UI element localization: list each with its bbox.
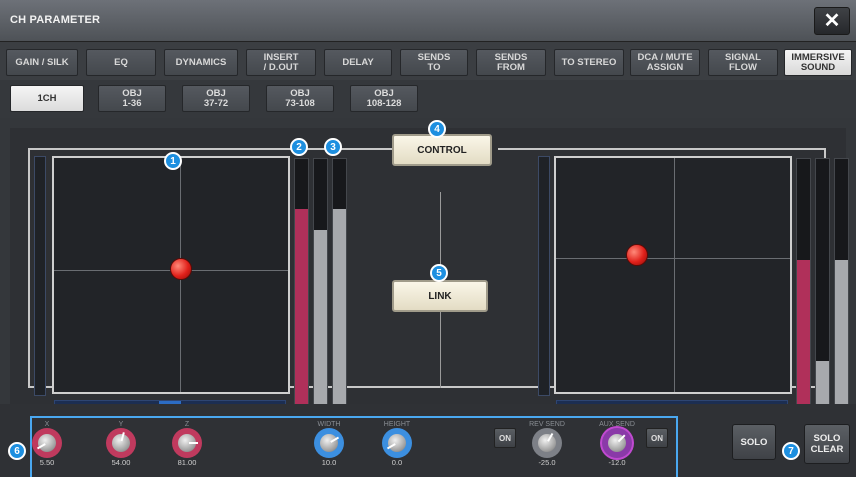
subtab-1ch[interactable]: 1CH xyxy=(10,85,84,112)
left-meter-red-fill xyxy=(295,209,308,411)
callout-7: 7 xyxy=(782,442,800,460)
tab-delay[interactable]: DELAY xyxy=(324,49,392,76)
solo-clear-button[interactable]: SOLO CLEAR xyxy=(804,424,850,464)
callout-3: 3 xyxy=(324,138,342,156)
knob-width[interactable] xyxy=(314,428,344,458)
knob-z-pointer xyxy=(189,442,198,444)
aux-send-on-button[interactable]: ON xyxy=(646,428,668,448)
tab-dca-mute-assign[interactable]: DCA / MUTE ASSIGN xyxy=(630,49,700,76)
close-button[interactable]: ✕ xyxy=(814,7,850,35)
knob-height[interactable] xyxy=(382,428,412,458)
knob-height-value: 0.0 xyxy=(391,458,403,467)
knob-x[interactable] xyxy=(32,428,62,458)
subtab-obj-37-72[interactable]: OBJ 37-72 xyxy=(182,85,250,112)
knob-z[interactable] xyxy=(172,428,202,458)
solo-button[interactable]: SOLO xyxy=(732,424,776,460)
right-meter-gray2 xyxy=(834,158,849,412)
tab-sends-to[interactable]: SENDS TO xyxy=(400,49,468,76)
callout-2: 2 xyxy=(290,138,308,156)
frame-left xyxy=(28,148,30,388)
tab-insert-dout[interactable]: INSERT / D.OUT xyxy=(246,49,316,76)
frame-top-right xyxy=(498,148,824,150)
tab-gain-silk[interactable]: GAIN / SILK xyxy=(6,49,78,76)
knob-y-value: 54.00 xyxy=(111,458,131,467)
right-meter-gray2-fill xyxy=(835,259,848,411)
right-depth-meter xyxy=(538,156,550,396)
knob-aux-send[interactable] xyxy=(602,428,632,458)
left-meter-gray1-fill xyxy=(314,229,327,411)
knob-width-value: 10.0 xyxy=(321,458,337,467)
right-panner-vline xyxy=(674,158,675,392)
parameter-tabs: GAIN / SILK EQ DYNAMICS INSERT / D.OUT D… xyxy=(0,42,856,80)
knob-rev-send-cap xyxy=(538,434,556,452)
callout-1: 1 xyxy=(164,152,182,170)
knob-aux-send-value: -12.0 xyxy=(608,458,626,467)
left-depth-meter xyxy=(34,156,46,396)
left-meter-red xyxy=(294,158,309,412)
left-panner-puck[interactable] xyxy=(170,258,192,280)
control-button[interactable]: CONTROL xyxy=(392,134,492,166)
tab-sends-from[interactable]: SENDS FROM xyxy=(476,49,546,76)
knob-z-label: Z xyxy=(184,421,190,428)
knob-height-label: HEIGHT xyxy=(383,421,411,428)
left-meter-gray2 xyxy=(332,158,347,412)
left-meter-gray2-fill xyxy=(333,209,346,411)
knob-rev-send[interactable] xyxy=(532,428,562,458)
tab-signal-flow[interactable]: SIGNAL FLOW xyxy=(708,49,778,76)
knob-rev-send-value: -25.0 xyxy=(538,458,556,467)
window-title: CH PARAMETER xyxy=(10,14,101,26)
right-panner-hline xyxy=(556,258,790,259)
knob-x-label: X xyxy=(44,421,50,428)
subtab-obj-73-108[interactable]: OBJ 73-108 xyxy=(266,85,334,112)
knob-height-cap xyxy=(388,434,406,452)
knob-x-cap xyxy=(38,434,56,452)
knob-y-label: Y xyxy=(118,421,124,428)
rev-send-on-button[interactable]: ON xyxy=(494,428,516,448)
knob-aux-send-label: AUX SEND xyxy=(599,421,635,428)
right-panner[interactable] xyxy=(554,156,792,394)
right-meter-red xyxy=(796,158,811,412)
subtab-obj-1-36[interactable]: OBJ 1-36 xyxy=(98,85,166,112)
link-button[interactable]: LINK xyxy=(392,280,488,312)
left-panner[interactable] xyxy=(52,156,290,394)
knob-y[interactable] xyxy=(106,428,136,458)
left-meter-gray1 xyxy=(313,158,328,412)
tab-dynamics[interactable]: DYNAMICS xyxy=(164,49,238,76)
tab-immersive-sound[interactable]: IMMERSIVE SOUND xyxy=(784,49,852,76)
callout-4: 4 xyxy=(428,120,446,138)
knob-z-value: 81.00 xyxy=(177,458,197,467)
object-subtabs: 1CH OBJ 1-36 OBJ 37-72 OBJ 73-108 OBJ 10… xyxy=(0,80,856,118)
subtab-obj-108-128[interactable]: OBJ 108-128 xyxy=(350,85,418,112)
tab-eq[interactable]: EQ xyxy=(86,49,156,76)
immersive-panel: CONTROL LINK 1 2 3 4 5 xyxy=(10,120,849,414)
frame-top-left xyxy=(28,148,398,150)
title-bar: CH PARAMETER ✕ xyxy=(0,0,856,42)
right-panner-puck[interactable] xyxy=(626,244,648,266)
bottom-strip: 6 X 5.50 Y 54.00 Z 81.00 WIDTH 10.0 HEIG… xyxy=(0,404,856,477)
knob-rev-send-label: REV SEND xyxy=(529,421,565,428)
ch-parameter-window: CH PARAMETER ✕ GAIN / SILK EQ DYNAMICS I… xyxy=(0,0,856,477)
right-meter-red-fill xyxy=(797,259,810,411)
knob-x-value: 5.50 xyxy=(39,458,55,467)
knob-width-label: WIDTH xyxy=(317,421,341,428)
right-meter-gray1 xyxy=(815,158,830,412)
callout-5: 5 xyxy=(430,264,448,282)
tab-to-stereo[interactable]: TO STEREO xyxy=(554,49,624,76)
